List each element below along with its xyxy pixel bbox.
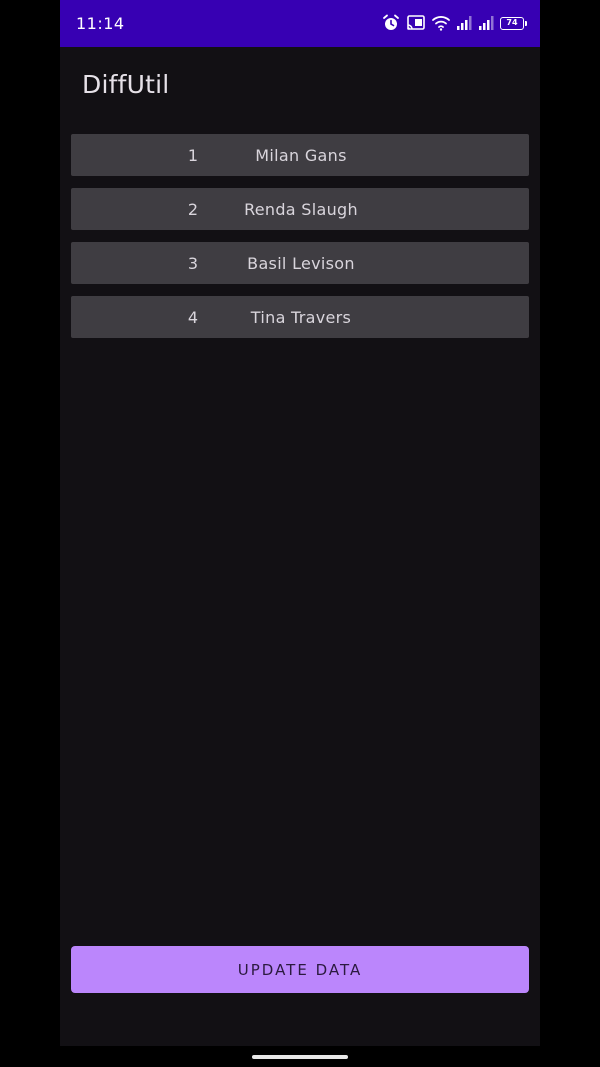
status-icons: 74 — [382, 13, 527, 33]
list-item[interactable]: 1 Milan Gans — [71, 134, 529, 176]
item-name: Milan Gans — [255, 146, 347, 165]
list-item[interactable]: 4 Tina Travers — [71, 296, 529, 338]
item-name: Renda Slaugh — [244, 200, 358, 219]
people-list: 1 Milan Gans 2 Renda Slaugh 3 Basil Levi… — [71, 134, 529, 350]
page-title: DiffUtil — [82, 70, 170, 99]
update-data-button[interactable]: UPDATE DATA — [71, 946, 529, 993]
item-name: Tina Travers — [250, 308, 352, 327]
signal-icon — [456, 15, 472, 31]
status-bar: 11:14 74 — [60, 0, 540, 47]
item-id: 3 — [187, 254, 199, 273]
list-item[interactable]: 2 Renda Slaugh — [71, 188, 529, 230]
app-screen: 11:14 74 DiffUtil 1 Milan Gans 2 Renda S… — [60, 0, 540, 1046]
cast-icon — [406, 14, 426, 32]
home-indicator[interactable] — [252, 1055, 348, 1059]
battery-icon: 74 — [500, 16, 527, 30]
item-id: 4 — [187, 308, 199, 327]
wifi-icon — [432, 15, 450, 31]
list-item[interactable]: 3 Basil Levison — [71, 242, 529, 284]
item-id: 1 — [187, 146, 199, 165]
alarm-icon — [382, 14, 400, 32]
battery-level: 74 — [506, 18, 518, 27]
signal-icon — [478, 15, 494, 31]
status-time: 11:14 — [76, 14, 125, 33]
item-id: 2 — [187, 200, 199, 219]
item-name: Basil Levison — [247, 254, 355, 273]
